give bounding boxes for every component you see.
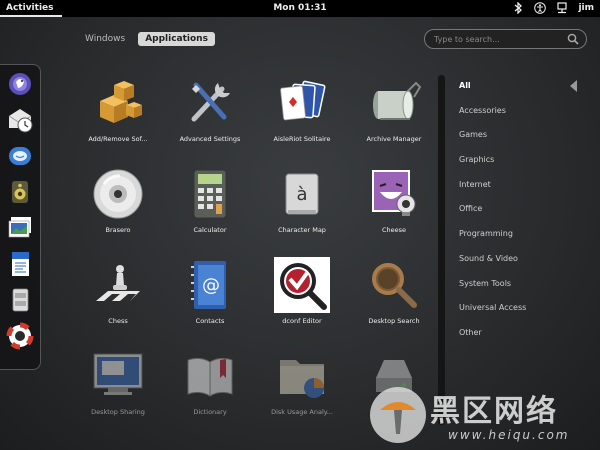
empathy-icon[interactable] [6, 142, 34, 170]
search-input[interactable]: Type to search... [424, 29, 587, 49]
dictionary-book-icon [187, 357, 233, 397]
app-contacts[interactable]: @ Contacts [164, 257, 256, 325]
app-label: Chess [108, 317, 128, 325]
speaker-icon[interactable] [6, 178, 34, 206]
app-label: Brasero [105, 226, 131, 234]
search-placeholder: Type to search... [434, 34, 500, 44]
contacts-book-icon: @ [191, 261, 226, 309]
app-label: Disk Usage Analy... [271, 408, 333, 416]
archive-roller-icon [373, 81, 422, 120]
app-label: Contacts [195, 317, 225, 325]
app-advanced-settings[interactable]: Advanced Settings [164, 75, 256, 143]
magnifier-icon [372, 263, 417, 308]
watermark-text: 黑区网络 [430, 394, 558, 429]
app-desktop-search[interactable]: Desktop Search [348, 257, 440, 325]
app-dictionary[interactable]: Dictionary [164, 348, 256, 416]
app-add-remove-software[interactable]: Add/Remove Sof... [72, 75, 164, 143]
svg-text:@: @ [202, 275, 220, 296]
app-disk-usage-analyzer[interactable]: Disk Usage Analy... [256, 348, 348, 416]
network-icon[interactable] [556, 2, 568, 14]
cheese-webcam-icon [372, 170, 416, 216]
category-system-tools[interactable]: System Tools [459, 278, 526, 303]
grid-scrollbar[interactable] [438, 75, 445, 425]
tab-applications[interactable]: Applications [138, 32, 215, 46]
app-label: Advanced Settings [179, 135, 241, 143]
watermark-url: www.heiqu.com [448, 428, 570, 442]
playing-cards-icon [280, 80, 326, 121]
calculator-icon [193, 169, 227, 219]
tab-windows[interactable]: Windows [78, 32, 132, 46]
app-character-map[interactable]: à Character Map [256, 166, 348, 234]
photos-icon[interactable] [6, 214, 34, 242]
app-label: Character Map [278, 226, 326, 234]
app-label: Desktop Search [368, 317, 420, 325]
app-archive-manager[interactable]: Archive Manager [348, 75, 440, 143]
pidgin-icon[interactable] [6, 70, 34, 98]
app-label: Archive Manager [366, 135, 422, 143]
app-label: AisleRiot Solitaire [273, 135, 331, 143]
category-all[interactable]: All [459, 80, 526, 105]
view-toggle: Windows Applications [78, 32, 215, 46]
category-internet[interactable]: Internet [459, 179, 526, 204]
app-chess[interactable]: Chess [72, 257, 164, 325]
character-map-icon: à [285, 173, 319, 215]
mail-clock-icon[interactable] [6, 106, 34, 134]
disk-usage-folder-icon [280, 360, 324, 398]
help-lifebuoy-icon[interactable] [6, 322, 34, 350]
package-boxes-icon [100, 81, 142, 123]
search-icon [567, 33, 579, 45]
accessibility-icon[interactable] [534, 2, 547, 14]
desktop-sharing-icon [93, 353, 143, 395]
app-label: Calculator [193, 226, 227, 234]
app-cheese[interactable]: Cheese [348, 166, 440, 234]
category-other[interactable]: Other [459, 327, 526, 352]
selected-category-arrow-icon [570, 80, 577, 92]
chess-icon [96, 265, 140, 301]
tools-icon [191, 82, 230, 122]
app-dconf-editor[interactable]: dconf Editor [256, 257, 348, 325]
writer-icon[interactable] [6, 250, 34, 278]
system-tray: jim [512, 2, 594, 14]
category-graphics[interactable]: Graphics [459, 154, 526, 179]
app-label: Cheese [381, 226, 407, 234]
watermark: 黑区网络 www.heiqu.com [368, 380, 600, 450]
category-office[interactable]: Office [459, 203, 526, 228]
files-icon[interactable] [6, 286, 34, 314]
app-desktop-sharing[interactable]: Desktop Sharing [72, 348, 164, 416]
category-accessories[interactable]: Accessories [459, 105, 526, 130]
dash [0, 64, 41, 370]
app-label: Desktop Sharing [91, 408, 145, 416]
clock[interactable]: Mon 01:31 [0, 3, 600, 13]
disc-icon [93, 169, 143, 219]
app-label: Add/Remove Sof... [88, 135, 148, 143]
bluetooth-icon[interactable] [512, 2, 524, 14]
category-programming[interactable]: Programming [459, 228, 526, 253]
app-aisleriot-solitaire[interactable]: AisleRiot Solitaire [256, 75, 348, 143]
user-menu[interactable]: jim [578, 3, 594, 13]
category-games[interactable]: Games [459, 129, 526, 154]
category-universal-access[interactable]: Universal Access [459, 302, 526, 327]
app-calculator[interactable]: Calculator [164, 166, 256, 234]
category-sound-video[interactable]: Sound & Video [459, 253, 526, 278]
app-label: Dictionary [193, 408, 227, 416]
mushroom-logo [370, 387, 426, 443]
svg-text:à: à [296, 184, 307, 205]
top-bar: Activities Mon 01:31 jim [0, 0, 600, 17]
app-brasero[interactable]: Brasero [72, 166, 164, 234]
dconf-editor-icon [274, 257, 330, 313]
app-label: dconf Editor [282, 317, 322, 325]
category-list: All Accessories Games Graphics Internet … [459, 80, 526, 352]
